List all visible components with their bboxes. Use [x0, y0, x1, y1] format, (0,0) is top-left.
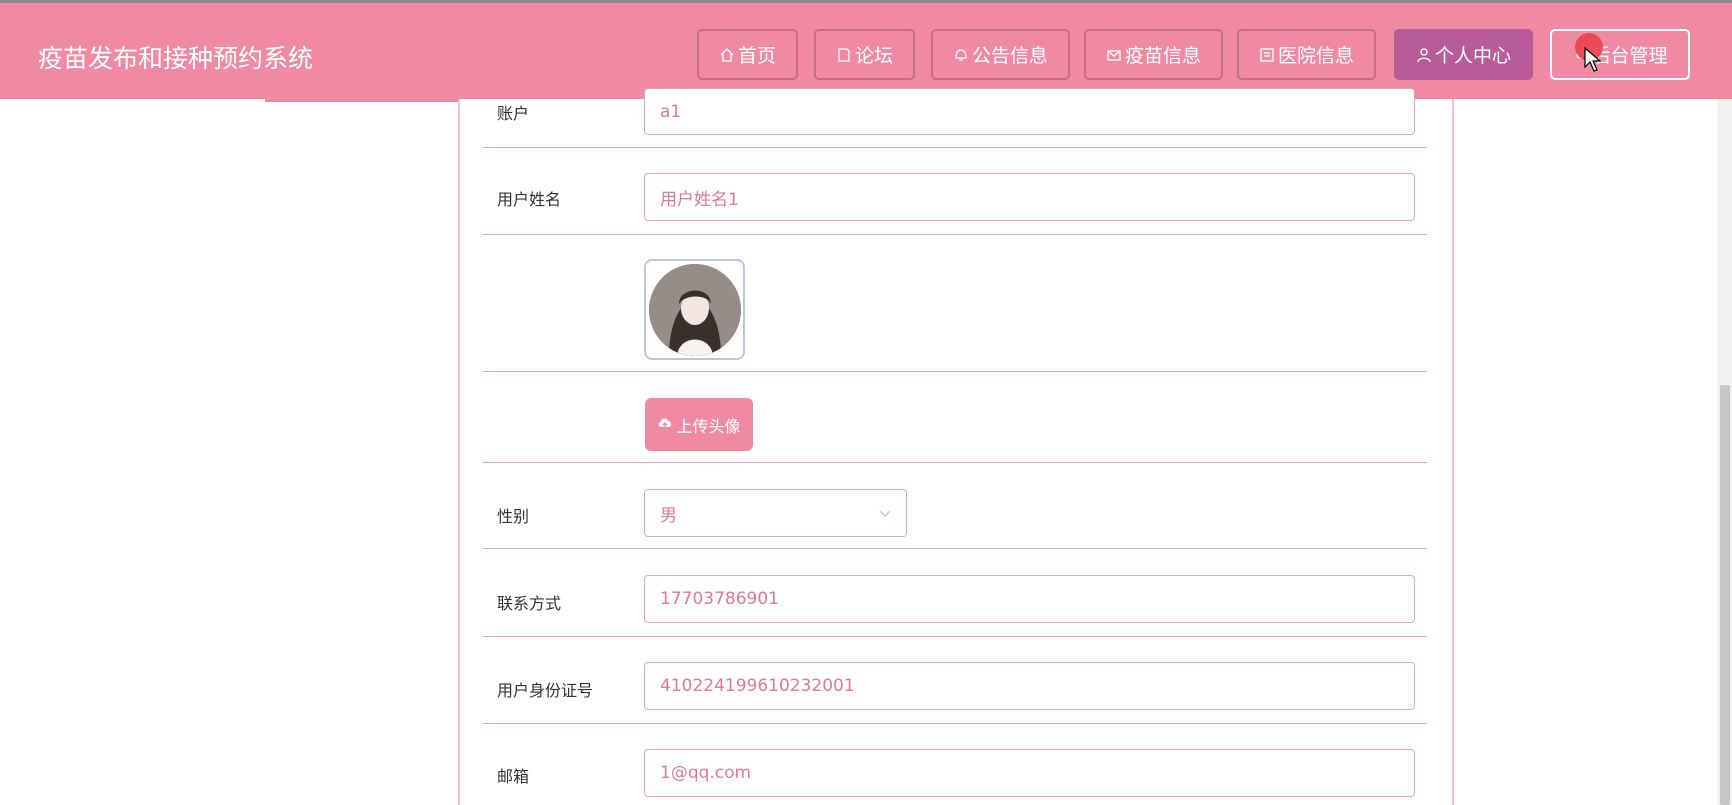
nav-home-label: 首页	[737, 45, 776, 67]
row-divider	[483, 723, 1427, 724]
avatar-preview	[644, 259, 745, 360]
row-divider	[483, 234, 1427, 235]
row-divider	[483, 371, 1427, 372]
gender-value: 男	[660, 505, 677, 526]
nav-user-center[interactable]: 个人中心	[1394, 29, 1533, 80]
nav-user-center-label: 个人中心	[1434, 45, 1511, 67]
document-icon	[836, 47, 852, 63]
row-divider	[483, 462, 1427, 463]
mail-icon	[1106, 47, 1122, 63]
nav-home[interactable]: 首页	[697, 29, 798, 80]
account-label: 账户	[497, 104, 530, 123]
nav-announcement[interactable]: 公告信息	[931, 29, 1070, 80]
site-title: 疫苗发布和接种预约系统	[38, 44, 314, 73]
top-navbar: 疫苗发布和接种预约系统 首页 论坛 公告信息 疫苗信息 医院信息 个人中心 后台…	[0, 0, 1732, 99]
nav-forum[interactable]: 论坛	[814, 29, 915, 80]
idcard-field[interactable]: 410224199610232001	[644, 662, 1415, 710]
email-label: 邮箱	[497, 767, 530, 786]
gender-label: 性别	[497, 507, 530, 526]
account-field[interactable]: a1	[644, 88, 1415, 135]
home-icon	[719, 47, 735, 63]
row-divider	[483, 147, 1427, 148]
avatar	[648, 263, 741, 356]
phone-label: 联系方式	[497, 594, 562, 613]
email-field[interactable]: 1@qq.com	[644, 749, 1415, 797]
nav-admin[interactable]: 后台管理	[1550, 29, 1690, 80]
scrollbar-thumb[interactable]	[1720, 385, 1730, 805]
bell-icon	[953, 47, 969, 63]
chevron-down-icon	[879, 510, 891, 517]
upload-avatar-button[interactable]: 上传头像	[645, 398, 753, 451]
row-divider	[483, 548, 1427, 549]
user-icon	[1416, 47, 1432, 63]
nav-vaccine[interactable]: 疫苗信息	[1084, 29, 1223, 80]
nav-hospital-label: 医院信息	[1277, 45, 1354, 67]
nav-announcement-label: 公告信息	[971, 45, 1048, 67]
cloud-upload-icon	[657, 415, 673, 435]
username-label: 用户姓名	[497, 190, 562, 209]
mouse-cursor-icon	[1584, 47, 1602, 72]
idcard-label: 用户身份证号	[497, 681, 594, 700]
gender-select[interactable]: 男	[644, 489, 907, 537]
username-field[interactable]: 用户姓名1	[644, 173, 1415, 221]
list-icon	[1259, 47, 1275, 63]
row-divider	[483, 636, 1427, 637]
upload-avatar-label: 上传头像	[676, 416, 741, 436]
nav-underline	[265, 99, 458, 102]
phone-field[interactable]: 17703786901	[644, 575, 1415, 623]
nav-vaccine-label: 疫苗信息	[1124, 45, 1201, 67]
nav-forum-label: 论坛	[854, 45, 893, 67]
nav-hospital[interactable]: 医院信息	[1237, 29, 1376, 80]
